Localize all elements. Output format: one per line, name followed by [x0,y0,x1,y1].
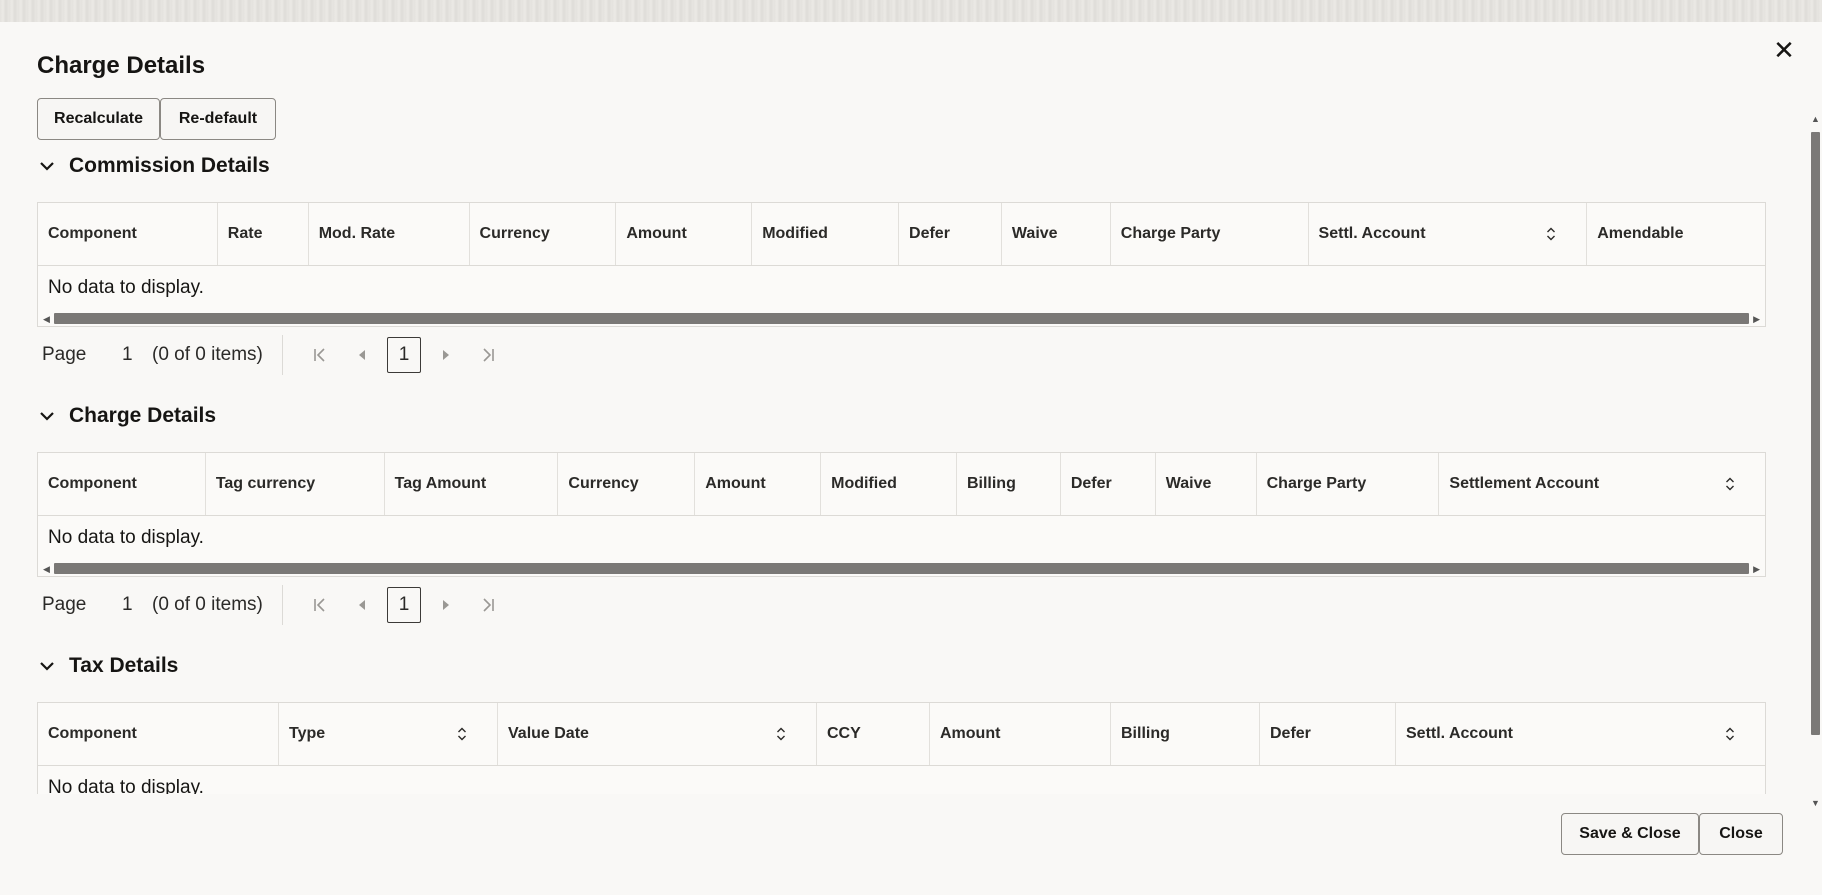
page-label: Page [42,594,87,615]
commission-table: Component Rate Mod. Rate Currency Amount… [37,202,1766,327]
save-and-close-button[interactable]: Save & Close [1561,813,1699,855]
column-header[interactable]: Currency [470,203,617,265]
column-header[interactable]: Waive [1156,453,1257,515]
scroll-left-icon[interactable]: ◀ [43,564,50,575]
last-page-icon[interactable] [467,337,509,373]
scrollbar-thumb[interactable] [1811,132,1820,735]
redefault-button[interactable]: Re-default [160,98,276,140]
items-count: (0 of 0 items) [152,344,263,365]
column-header-label: Value Date [508,725,589,742]
next-page-icon[interactable] [425,587,467,623]
column-header[interactable]: Modified [752,203,900,265]
commission-section-header[interactable]: Commission Details [37,154,270,178]
first-page-icon[interactable] [299,337,341,373]
column-header[interactable]: Amendable [1587,203,1765,265]
items-count: (0 of 0 items) [152,594,263,615]
scroll-down-icon[interactable]: ▼ [1811,798,1820,808]
column-header[interactable]: Modified [821,453,957,515]
column-header[interactable]: Rate [218,203,309,265]
column-header-sortable[interactable]: Value Date [498,703,817,765]
close-icon[interactable]: ✕ [1764,30,1804,70]
sort-icon[interactable] [457,727,467,741]
column-header[interactable]: Defer [1061,453,1156,515]
column-header[interactable]: Amount [930,703,1111,765]
column-header[interactable]: Currency [558,453,696,515]
tax-section-title: Tax Details [69,654,179,677]
page-label: Page [42,344,87,365]
column-header[interactable]: Amount [616,203,753,265]
charge-table-header: Component Tag currency Tag Amount Curren… [38,453,1765,516]
column-header[interactable]: Waive [1002,203,1111,265]
column-header[interactable]: Billing [1111,703,1260,765]
column-header[interactable]: Mod. Rate [309,203,470,265]
charge-pagination: Page 1 (0 of 0 items) 1 [42,585,509,625]
column-header[interactable]: Defer [899,203,1002,265]
scrollbar-thumb[interactable] [54,313,1749,324]
column-header[interactable]: Tag Amount [385,453,559,515]
column-header-sortable[interactable]: Settl. Account [1309,203,1588,265]
sort-icon[interactable] [1725,727,1735,741]
column-header[interactable]: Component [38,453,206,515]
divider [282,585,283,625]
column-header-label: Settl. Account [1318,225,1426,242]
column-header[interactable]: Component [38,703,279,765]
previous-page-icon[interactable] [341,337,383,373]
charge-table: Component Tag currency Tag Amount Curren… [37,452,1766,577]
column-header-label: Settlement Account [1449,475,1600,492]
column-header[interactable]: Component [38,203,218,265]
close-button[interactable]: Close [1699,813,1783,855]
sort-icon[interactable] [776,727,786,741]
sort-icon[interactable] [1546,227,1556,241]
current-page[interactable]: 1 [387,337,421,373]
page-number: 1 [122,344,133,365]
empty-message: No data to display. [48,527,204,548]
scroll-left-icon[interactable]: ◀ [43,314,50,325]
charge-section-title: Charge Details [69,404,217,427]
scroll-up-icon[interactable]: ▲ [1811,114,1820,124]
previous-page-icon[interactable] [341,587,383,623]
empty-message: No data to display. [48,777,204,794]
scroll-right-icon[interactable]: ▶ [1753,314,1760,325]
commission-pagination: Page 1 (0 of 0 items) 1 [42,335,509,375]
page-number: 1 [122,594,133,615]
column-header-sortable[interactable]: Settl. Account [1396,703,1765,765]
column-header[interactable]: CCY [817,703,930,765]
column-header[interactable]: Billing [957,453,1061,515]
tax-table: Component Type Value Date CCY Amount Bil… [37,702,1766,794]
last-page-icon[interactable] [467,587,509,623]
background-strip [0,0,1822,22]
commission-table-header: Component Rate Mod. Rate Currency Amount… [38,203,1765,266]
commission-section-title: Commission Details [69,154,270,177]
scroll-right-icon[interactable]: ▶ [1753,564,1760,575]
recalculate-button[interactable]: Recalculate [37,98,160,140]
column-header[interactable]: Charge Party [1257,453,1440,515]
sort-icon[interactable] [1725,477,1735,491]
column-header-sortable[interactable]: Type [279,703,498,765]
column-header[interactable]: Amount [695,453,822,515]
empty-message: No data to display. [48,277,204,298]
current-page[interactable]: 1 [387,587,421,623]
first-page-icon[interactable] [299,587,341,623]
charge-details-dialog: Charge Details ✕ Recalculate Re-default … [0,22,1822,895]
vertical-scrollbar[interactable]: ▲ ▼ [1808,110,1822,810]
column-header-label: Settl. Account [1406,725,1513,742]
tax-table-header: Component Type Value Date CCY Amount Bil… [38,703,1765,766]
column-header[interactable]: Tag currency [206,453,385,515]
tax-section-header[interactable]: Tax Details [37,654,178,678]
column-header[interactable]: Defer [1260,703,1396,765]
charge-section-header[interactable]: Charge Details [37,404,216,428]
column-header-sortable[interactable]: Settlement Account [1439,453,1765,515]
chevron-down-icon [40,162,54,171]
column-header[interactable]: Charge Party [1111,203,1309,265]
dialog-title: Charge Details [37,52,206,79]
next-page-icon[interactable] [425,337,467,373]
horizontal-scrollbar[interactable]: ◀ ▶ [38,310,1765,326]
horizontal-scrollbar[interactable]: ◀ ▶ [38,560,1765,576]
column-header-label: Type [289,725,326,742]
scrollbar-thumb[interactable] [54,563,1749,574]
chevron-down-icon [40,662,54,671]
divider [282,335,283,375]
chevron-down-icon [40,412,54,421]
